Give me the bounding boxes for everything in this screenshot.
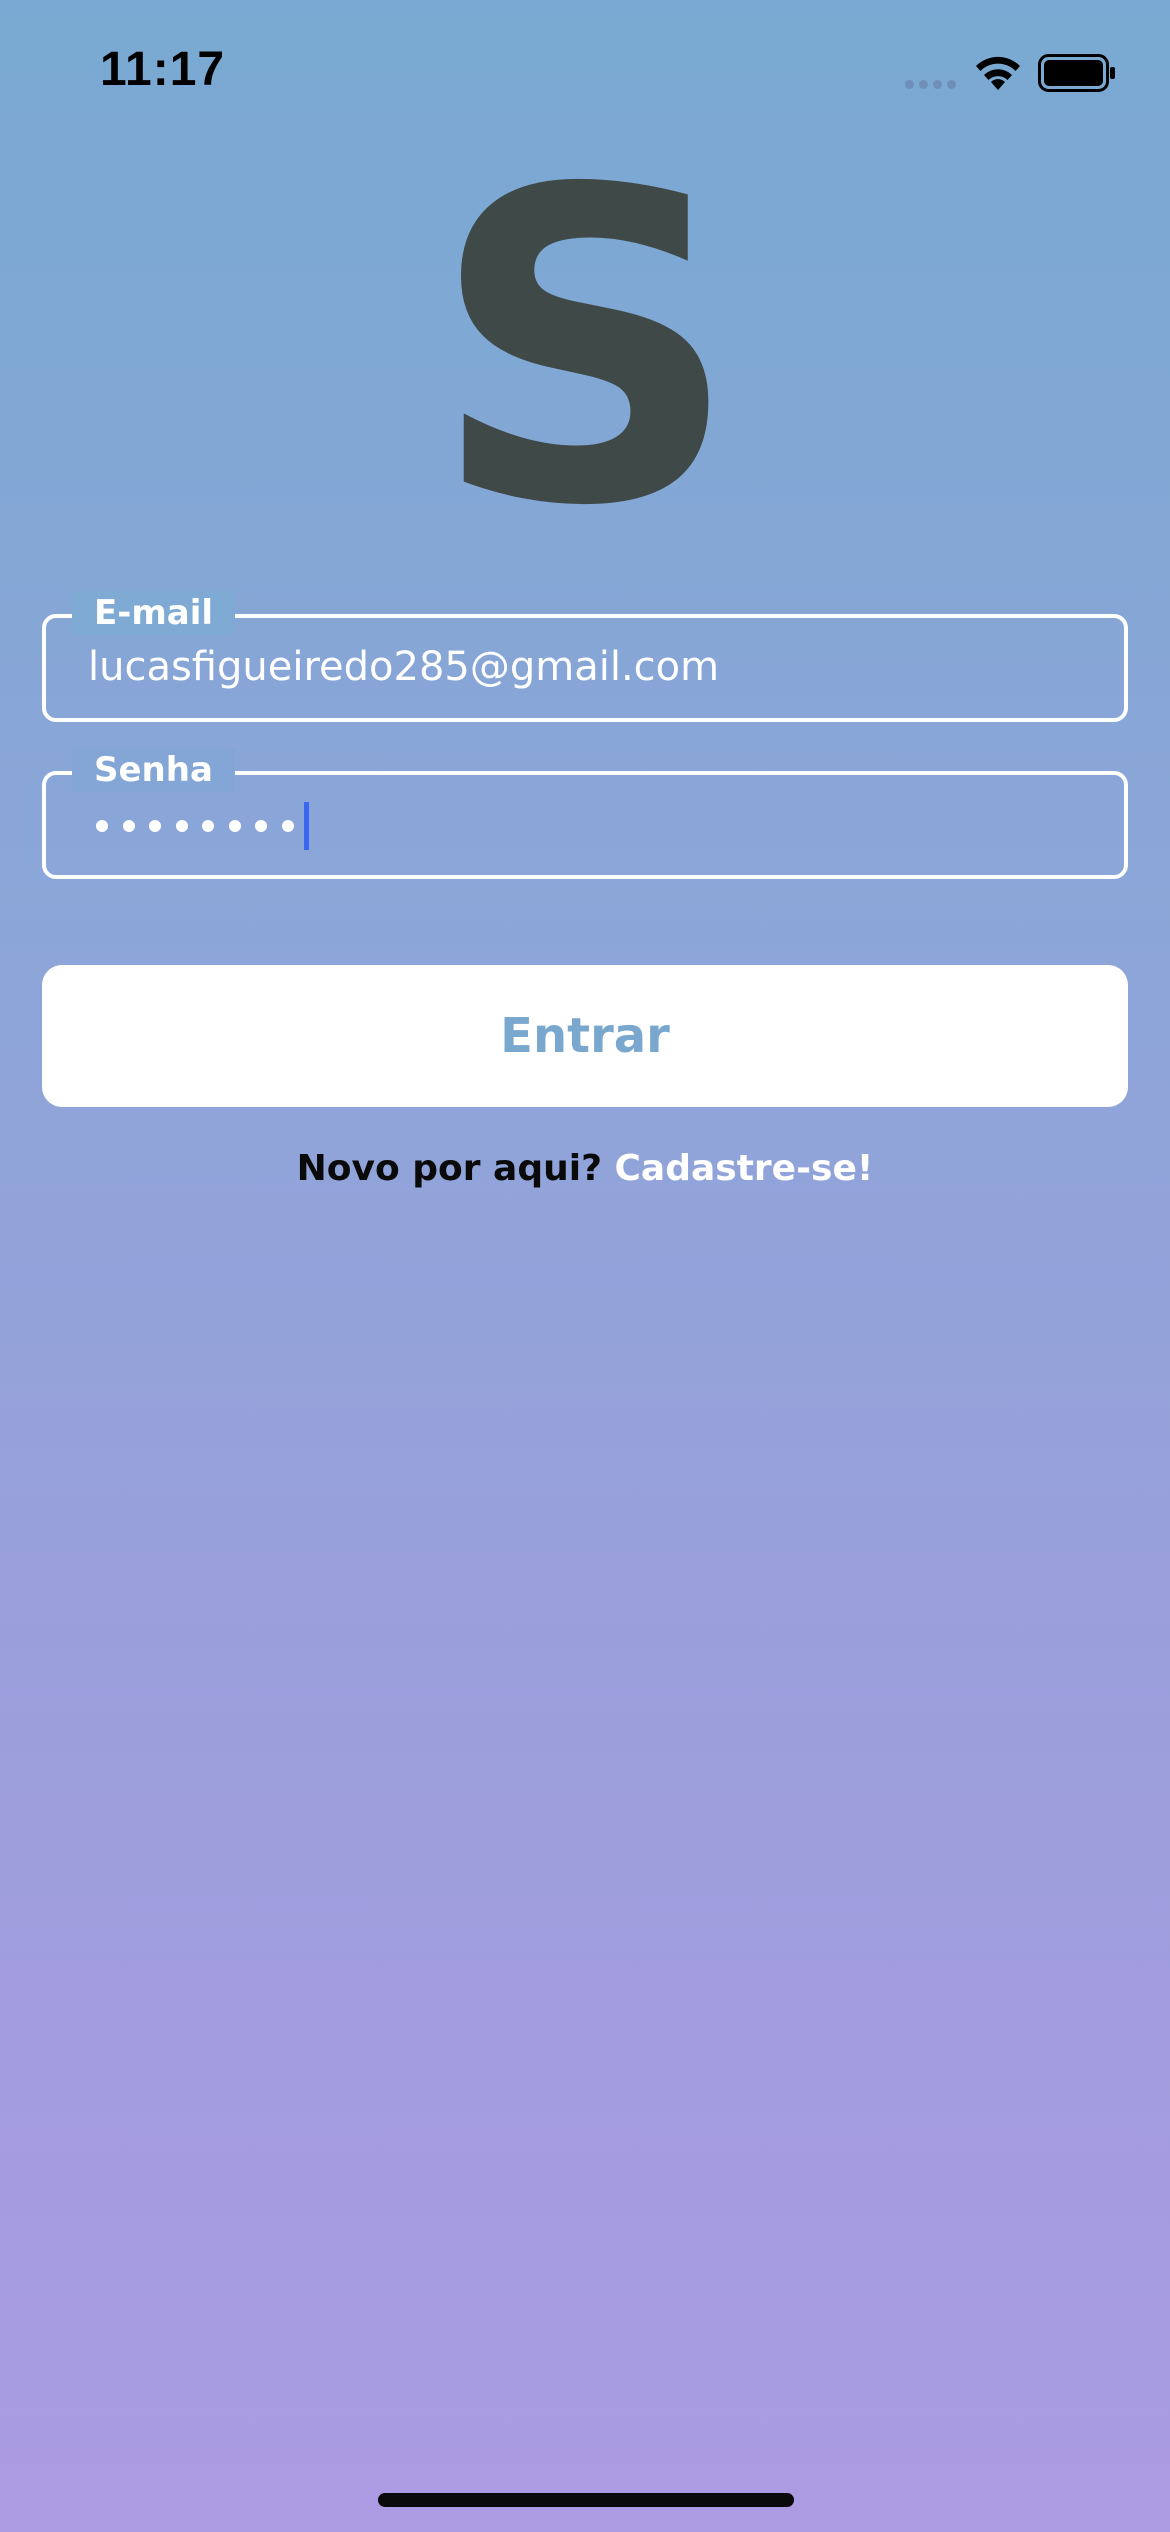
- password-input[interactable]: [96, 799, 309, 853]
- email-input[interactable]: lucasfigueiredo285@gmail.com: [88, 644, 719, 690]
- email-field[interactable]: E-mail lucasfigueiredo285@gmail.com: [42, 591, 1128, 722]
- battery-icon: [1038, 54, 1115, 92]
- email-field-label: E-mail: [72, 591, 236, 635]
- status-time: 11:17: [100, 43, 226, 96]
- text-caret: [304, 802, 309, 850]
- password-field[interactable]: Senha: [42, 748, 1128, 879]
- signup-prompt: Novo por aqui? Cadastre-se!: [0, 1148, 1170, 1189]
- login-button[interactable]: Entrar: [42, 965, 1128, 1107]
- signal-icon: [905, 80, 956, 89]
- wifi-icon: [976, 56, 1020, 90]
- signup-question: Novo por aqui?: [296, 1148, 615, 1189]
- app-logo: S: [430, 100, 740, 600]
- signup-link[interactable]: Cadastre-se!: [615, 1148, 874, 1189]
- home-indicator[interactable]: [378, 2493, 794, 2507]
- password-field-label: Senha: [72, 748, 235, 792]
